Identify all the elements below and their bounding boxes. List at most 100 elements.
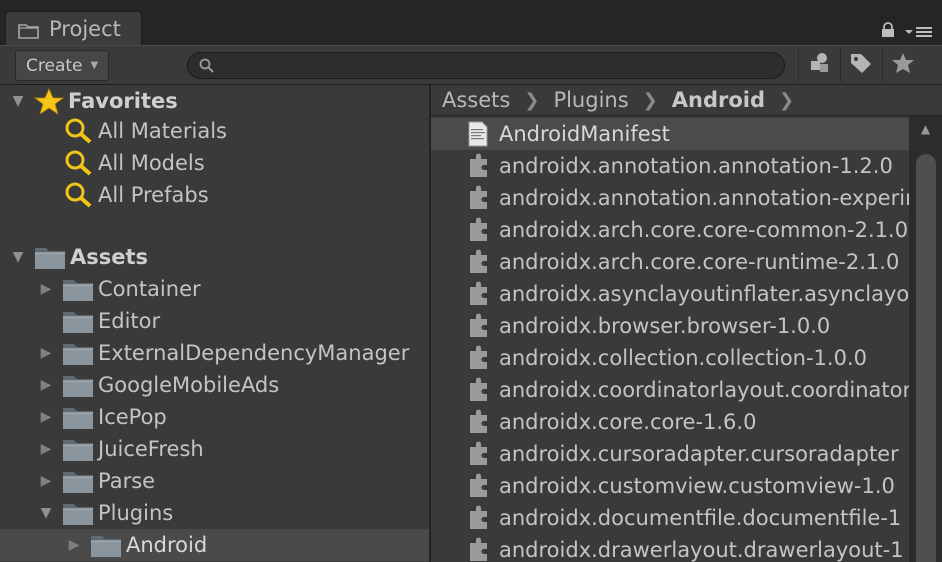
star-icon (891, 52, 915, 78)
search-input[interactable] (187, 52, 785, 79)
favorites-header-label: Favorites (68, 89, 178, 113)
collapse-arrow-icon[interactable]: ▶ (36, 439, 56, 459)
create-button[interactable]: Create ▼ (15, 50, 109, 81)
plugin-icon (467, 441, 489, 467)
file-row[interactable]: androidx.customview.customview-1.0 (431, 470, 909, 502)
plugin-icon (467, 281, 489, 307)
collapse-arrow-icon[interactable]: ▶ (36, 375, 56, 395)
file-row[interactable]: androidx.arch.core.core-common-2.1.0 (431, 214, 909, 246)
favorite-item-all-prefabs[interactable]: All Prefabs (64, 179, 209, 211)
tree-folder-plugins[interactable]: ▼ Plugins (36, 497, 173, 529)
folder-icon (62, 436, 94, 462)
folder-icon (62, 372, 94, 398)
folder-icon (62, 340, 94, 366)
tree-folder-parse[interactable]: ▶ Parse (36, 465, 155, 497)
file-name: androidx.cursoradapter.cursoradapter (499, 442, 899, 466)
file-name: androidx.drawerlayout.drawerlayout-1 (499, 538, 904, 562)
tree-folder-label: Plugins (98, 501, 174, 525)
plugin-icon (467, 153, 489, 179)
breadcrumb: Assets ❯ Plugins ❯ Android ❯ (431, 85, 942, 116)
file-name: androidx.browser.browser-1.0.0 (499, 314, 831, 338)
file-row[interactable]: androidx.cursoradapter.cursoradapter (431, 438, 909, 470)
expand-arrow-icon[interactable]: ▼ (8, 91, 28, 111)
file-row-androidmanifest[interactable]: AndroidManifest (431, 118, 909, 150)
breadcrumb-item-plugins[interactable]: Plugins (553, 88, 628, 112)
tree-folder-juicefresh[interactable]: ▶ JuiceFresh (36, 433, 204, 465)
file-name: androidx.annotation.annotation-experimen… (499, 186, 909, 210)
tree-folder-label: GoogleMobileAds (98, 373, 280, 397)
tree-folder-label: Parse (98, 469, 156, 493)
expand-arrow-icon[interactable]: ▼ (8, 247, 28, 267)
plugin-icon (467, 185, 489, 211)
breadcrumb-separator-icon: ❯ (642, 89, 658, 111)
file-row[interactable]: androidx.arch.core.core-runtime-2.1.0 (431, 246, 909, 278)
file-name: androidx.core.core-1.6.0 (499, 410, 757, 434)
file-list-panel[interactable]: Assets ❯ Plugins ❯ Android ❯ AndroidMani… (431, 85, 942, 562)
tree-folder-externaldependencymanager[interactable]: ▶ ExternalDependencyManager (36, 337, 409, 369)
breadcrumb-item-assets[interactable]: Assets (442, 88, 510, 112)
scrollbar-thumb[interactable] (916, 154, 936, 562)
plugin-icon (467, 345, 489, 371)
file-row[interactable]: androidx.annotation.annotation-1.2.0 (431, 150, 909, 182)
folder-icon (34, 244, 66, 270)
collapse-arrow-icon[interactable]: ▶ (64, 535, 84, 555)
file-row[interactable]: androidx.drawerlayout.drawerlayout-1 (431, 534, 909, 562)
assets-header-label: Assets (70, 245, 149, 269)
file-name: androidx.arch.core.core-runtime-2.1.0 (499, 250, 900, 274)
favorite-item-label: All Materials (98, 119, 227, 143)
save-search-button[interactable] (882, 48, 922, 82)
tree-folder-label: JuiceFresh (98, 437, 204, 461)
project-toolbar: Create ▼ (0, 45, 942, 85)
favorite-item-label: All Models (98, 151, 205, 175)
favorites-header[interactable]: ▼ Favorites (8, 85, 178, 117)
favorite-item-all-materials[interactable]: All Materials (64, 115, 227, 147)
text-document-icon (467, 121, 489, 147)
vertical-scrollbar[interactable]: ▲ (909, 116, 942, 562)
plugin-icon (467, 217, 489, 243)
file-row[interactable]: androidx.asynclayoutinflater.asynclayout… (431, 278, 909, 310)
collapse-arrow-icon[interactable]: ▶ (36, 343, 56, 363)
file-row[interactable]: androidx.annotation.annotation-experimen… (431, 182, 909, 214)
plugin-icon (467, 409, 489, 435)
no-arrow-spacer (36, 311, 56, 331)
file-row[interactable]: androidx.collection.collection-1.0.0 (431, 342, 909, 374)
saved-search-icon (64, 150, 94, 176)
folder-icon (18, 20, 40, 39)
project-tree-panel[interactable]: ▼ Favorites All Materials All Models All… (0, 85, 430, 562)
tree-folder-googlemobileads[interactable]: ▶ GoogleMobileAds (36, 369, 279, 401)
assets-header[interactable]: ▼ Assets (8, 241, 148, 273)
tree-folder-editor[interactable]: Editor (36, 305, 160, 337)
collapse-arrow-icon[interactable]: ▶ (36, 279, 56, 299)
search-by-type-icon (807, 52, 831, 78)
breadcrumb-item-android[interactable]: Android (672, 88, 765, 112)
search-by-label-button[interactable] (840, 48, 880, 82)
file-row[interactable]: androidx.documentfile.documentfile-1 (431, 502, 909, 534)
file-name: androidx.annotation.annotation-1.2.0 (499, 154, 893, 178)
file-name: androidx.documentfile.documentfile-1 (499, 506, 902, 530)
file-row[interactable]: androidx.browser.browser-1.0.0 (431, 310, 909, 342)
scroll-up-arrow-icon[interactable]: ▲ (909, 120, 942, 138)
collapse-arrow-icon[interactable]: ▶ (36, 407, 56, 427)
lock-icon[interactable] (880, 22, 896, 38)
tab-project[interactable]: Project (5, 11, 142, 45)
plugin-icon (467, 377, 489, 403)
folder-icon (62, 404, 94, 430)
tree-folder-label: IcePop (98, 405, 167, 429)
folder-icon (62, 468, 94, 494)
favorite-item-all-models[interactable]: All Models (64, 147, 205, 179)
tree-folder-label: Container (98, 277, 201, 301)
file-row[interactable]: androidx.core.core-1.6.0 (431, 406, 909, 438)
expand-arrow-icon[interactable]: ▼ (36, 503, 56, 523)
file-row[interactable]: androidx.coordinatorlayout.coordinatorla… (431, 374, 909, 406)
tree-folder-container[interactable]: ▶ Container (36, 273, 201, 305)
collapse-arrow-icon[interactable]: ▶ (36, 471, 56, 491)
menu-icon[interactable] (904, 22, 934, 40)
tree-folder-android[interactable]: ▶ Android (0, 529, 429, 561)
search-by-type-button[interactable] (798, 48, 838, 82)
tree-folder-label: Editor (98, 309, 161, 333)
window-top-bar: Project (0, 0, 942, 45)
tree-folder-icepop[interactable]: ▶ IcePop (36, 401, 167, 433)
folder-icon (62, 308, 94, 334)
search-icon (198, 57, 216, 75)
tree-folder-label: ExternalDependencyManager (98, 341, 410, 365)
